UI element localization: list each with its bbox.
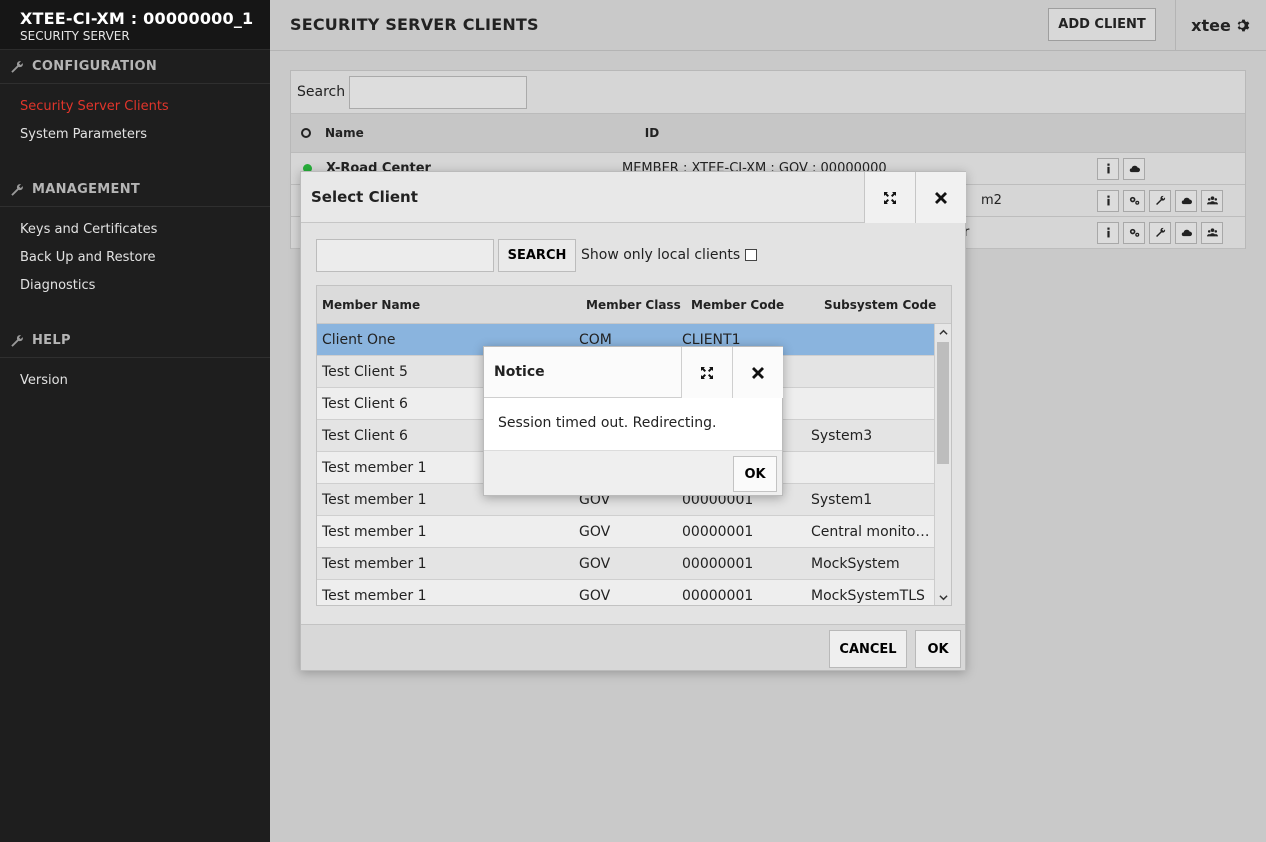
- grid-header: Member Name Member Class Member Code Sub…: [317, 286, 951, 324]
- gear-icon: [1237, 19, 1250, 32]
- notice-ok-button[interactable]: OK: [733, 456, 777, 492]
- chevron-up-icon: [938, 329, 948, 335]
- chevron-down-icon: [938, 594, 948, 600]
- add-client-button[interactable]: ADD CLIENT: [1048, 8, 1156, 41]
- notice-maximize-button[interactable]: [681, 347, 732, 398]
- member-code: 00000001: [682, 588, 754, 604]
- member-class: GOV: [579, 588, 611, 604]
- subsystem-code: MockSystemTLS: [811, 588, 925, 604]
- info-icon[interactable]: [1097, 157, 1119, 180]
- cogs-icon[interactable]: [1123, 221, 1145, 244]
- member-code: 00000001: [682, 524, 754, 540]
- local-clients-checkbox[interactable]: [745, 249, 758, 261]
- users-icon[interactable]: [1201, 221, 1223, 244]
- sidebar-item-keys-and-certificates[interactable]: Keys and Certificates: [0, 216, 270, 244]
- member-code: 00000001: [682, 556, 754, 572]
- sidebar-item-diagnostics[interactable]: Diagnostics: [0, 272, 270, 300]
- local-clients-label: Show only local clients: [581, 247, 741, 263]
- clients-table-header: Name ID: [291, 113, 1245, 153]
- section-label: MANAGEMENT: [32, 182, 141, 197]
- sidebar-item-system-parameters[interactable]: System Parameters: [0, 121, 270, 149]
- member-name: Test Client 5: [322, 364, 408, 380]
- column-member-name[interactable]: Member Name: [322, 298, 420, 312]
- close-icon: [752, 366, 764, 379]
- column-member-class[interactable]: Member Class: [586, 298, 681, 312]
- dialog-title: Select Client: [311, 188, 418, 206]
- member-name: Test member 1: [322, 524, 427, 540]
- member-name: Test member 1: [322, 492, 427, 508]
- member-class: GOV: [579, 556, 611, 572]
- member-name: Test member 1: [322, 556, 427, 572]
- table-row[interactable]: Test member 1 GOV 00000001 MockSystem: [317, 548, 934, 580]
- wrench-icon[interactable]: [1149, 221, 1171, 244]
- brand: XTEE-CI-XM : 00000000_1 SECURITY SERVER: [0, 0, 270, 50]
- wrench-icon: [11, 334, 23, 347]
- page-title: SECURITY SERVER CLIENTS: [290, 15, 539, 34]
- grid-scrollbar[interactable]: [934, 324, 951, 605]
- scroll-thumb[interactable]: [937, 342, 949, 464]
- member-name: Test Client 6: [322, 428, 408, 444]
- section-configuration: CONFIGURATION: [0, 50, 270, 84]
- dialog-footer: CANCEL OK: [301, 624, 965, 670]
- close-icon: [935, 191, 947, 204]
- member-name: Test member 1: [322, 460, 427, 476]
- sidebar-item-back-up-and-restore[interactable]: Back Up and Restore: [0, 244, 270, 272]
- client-id: m2: [981, 193, 1002, 208]
- column-id: ID: [644, 126, 660, 140]
- column-name: Name: [325, 126, 364, 140]
- section-label: HELP: [32, 333, 71, 348]
- section-help: HELP: [0, 324, 270, 358]
- expand-icon: [884, 191, 896, 204]
- member-name: Test Client 6: [322, 396, 408, 412]
- cloud-icon[interactable]: [1123, 157, 1145, 180]
- notice-title: Notice: [494, 364, 545, 380]
- subsystem-code: System1: [811, 492, 873, 508]
- subsystem-code: MockSystem: [811, 556, 900, 572]
- brand-title: XTEE-CI-XM : 00000000_1: [20, 9, 254, 28]
- wrench-icon: [11, 183, 23, 196]
- maximize-button[interactable]: [864, 172, 915, 223]
- user-name: xtee: [1191, 16, 1231, 35]
- brand-subtitle: SECURITY SERVER: [20, 29, 130, 43]
- notice-dialog: Notice Session timed out. Redirecting. O…: [483, 346, 783, 496]
- scroll-up-button[interactable]: [935, 324, 951, 340]
- cloud-icon[interactable]: [1175, 221, 1197, 244]
- wrench-icon[interactable]: [1149, 189, 1171, 212]
- cogs-icon[interactable]: [1123, 189, 1145, 212]
- section-label: CONFIGURATION: [32, 59, 158, 74]
- subsystem-code: Central monito…: [811, 524, 930, 540]
- sidebar: XTEE-CI-XM : 00000000_1 SECURITY SERVER …: [0, 0, 270, 842]
- cloud-icon[interactable]: [1175, 189, 1197, 212]
- subsystem-code: System3: [811, 428, 873, 444]
- header: SECURITY SERVER CLIENTS ADD CLIENT xtee: [270, 0, 1266, 51]
- table-row[interactable]: Test member 1 GOV 00000001 MockSystemTLS: [317, 580, 934, 605]
- cancel-button[interactable]: CANCEL: [829, 630, 907, 668]
- info-icon[interactable]: [1097, 189, 1119, 212]
- sidebar-item-security-server-clients[interactable]: Security Server Clients: [0, 93, 270, 121]
- column-member-code[interactable]: Member Code: [691, 298, 784, 312]
- info-icon[interactable]: [1097, 221, 1119, 244]
- column-subsystem-code[interactable]: Subsystem Code: [824, 298, 936, 312]
- close-button[interactable]: [915, 172, 966, 223]
- notice-message: Session timed out. Redirecting.: [484, 398, 782, 450]
- client-search-input[interactable]: [316, 238, 494, 272]
- scroll-down-button[interactable]: [935, 589, 951, 605]
- status-radio-icon: [301, 128, 311, 138]
- section-management: MANAGEMENT: [0, 173, 270, 207]
- search-label: Search: [297, 84, 346, 100]
- users-icon[interactable]: [1201, 189, 1223, 212]
- member-name: Client One: [322, 332, 396, 348]
- member-class: GOV: [579, 524, 611, 540]
- ok-button[interactable]: OK: [915, 630, 961, 668]
- sidebar-item-version[interactable]: Version: [0, 367, 270, 395]
- user-menu[interactable]: xtee: [1175, 0, 1266, 51]
- search-button[interactable]: SEARCH: [498, 238, 576, 272]
- member-name: Test member 1: [322, 588, 427, 604]
- notice-close-button[interactable]: [732, 347, 783, 398]
- clients-search-input[interactable]: [349, 75, 528, 109]
- table-row[interactable]: Test member 1 GOV 00000001 Central monit…: [317, 516, 934, 548]
- wrench-icon: [11, 60, 23, 73]
- expand-icon: [701, 366, 713, 379]
